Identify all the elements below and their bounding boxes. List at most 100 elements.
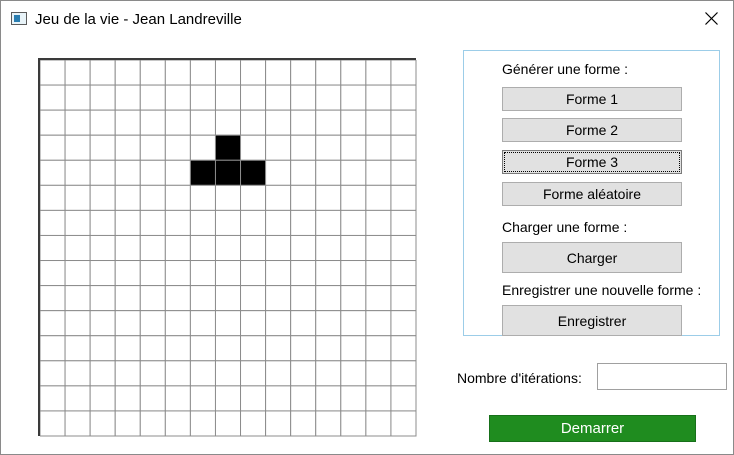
- start-button[interactable]: Demarrer: [489, 415, 696, 442]
- grid-cell[interactable]: [89, 134, 116, 161]
- grid-cell[interactable]: [365, 234, 392, 262]
- grid-cell[interactable]: [290, 310, 317, 337]
- grid-cell[interactable]: [290, 410, 317, 437]
- grid-canvas[interactable]: [40, 60, 418, 438]
- grid-cell[interactable]: [164, 285, 191, 312]
- grid-cell[interactable]: [40, 134, 66, 161]
- grid-cell[interactable]: [315, 60, 342, 86]
- grid-cell[interactable]: [265, 84, 292, 111]
- grid-cell[interactable]: [240, 385, 267, 412]
- grid-cell[interactable]: [240, 310, 267, 337]
- grid-cell[interactable]: [64, 335, 91, 362]
- grid-cell[interactable]: [189, 385, 216, 412]
- grid-cell[interactable]: [340, 234, 367, 262]
- grid-cell[interactable]: [214, 109, 242, 136]
- grid-cell[interactable]: [64, 260, 91, 287]
- grid-cell[interactable]: [390, 360, 417, 387]
- grid-cell[interactable]: [390, 260, 417, 287]
- grid-cell[interactable]: [189, 209, 216, 236]
- form-1-button[interactable]: Forme 1: [502, 87, 682, 111]
- grid-cell[interactable]: [340, 84, 367, 111]
- grid-cell[interactable]: [40, 410, 66, 437]
- grid-cell[interactable]: [40, 310, 66, 337]
- grid-cell[interactable]: [64, 234, 91, 262]
- grid-cell[interactable]: [189, 360, 216, 387]
- grid-cell[interactable]: [114, 285, 141, 312]
- grid-cell[interactable]: [89, 84, 116, 111]
- life-grid[interactable]: [38, 58, 418, 438]
- grid-cell[interactable]: [214, 84, 242, 111]
- grid-cell[interactable]: [164, 84, 191, 111]
- grid-cell[interactable]: [265, 234, 292, 262]
- grid-cell[interactable]: [164, 360, 191, 387]
- grid-cell[interactable]: [390, 60, 417, 86]
- grid-cell[interactable]: [365, 285, 392, 312]
- grid-cell[interactable]: [89, 60, 116, 86]
- grid-cell[interactable]: [89, 260, 116, 287]
- grid-cell[interactable]: [214, 360, 242, 387]
- grid-cell[interactable]: [290, 184, 317, 211]
- iterations-input[interactable]: [597, 363, 727, 390]
- grid-cell[interactable]: [240, 234, 267, 262]
- grid-cell[interactable]: [139, 360, 166, 387]
- grid-cell[interactable]: [240, 260, 267, 287]
- grid-cell[interactable]: [340, 134, 367, 161]
- grid-cell[interactable]: [164, 109, 191, 136]
- grid-cell[interactable]: [40, 159, 66, 186]
- grid-cell-alive[interactable]: [189, 159, 216, 186]
- grid-cell[interactable]: [139, 260, 166, 287]
- grid-cell[interactable]: [315, 410, 342, 437]
- grid-cell[interactable]: [340, 60, 367, 86]
- grid-cell[interactable]: [340, 109, 367, 136]
- grid-cell[interactable]: [40, 184, 66, 211]
- grid-cell[interactable]: [290, 234, 317, 262]
- grid-cell[interactable]: [240, 285, 267, 312]
- grid-cell[interactable]: [114, 60, 141, 86]
- grid-cell[interactable]: [64, 385, 91, 412]
- grid-cell[interactable]: [114, 109, 141, 136]
- grid-cell[interactable]: [214, 335, 242, 362]
- grid-cell[interactable]: [290, 360, 317, 387]
- grid-cell[interactable]: [164, 260, 191, 287]
- grid-cell[interactable]: [164, 234, 191, 262]
- grid-cell[interactable]: [114, 360, 141, 387]
- grid-cell[interactable]: [315, 310, 342, 337]
- grid-cell[interactable]: [390, 134, 417, 161]
- grid-cell[interactable]: [365, 360, 392, 387]
- grid-cell[interactable]: [240, 335, 267, 362]
- grid-cell[interactable]: [390, 385, 417, 412]
- grid-cell[interactable]: [64, 360, 91, 387]
- grid-cell[interactable]: [315, 84, 342, 111]
- grid-cell[interactable]: [390, 209, 417, 236]
- grid-cell[interactable]: [365, 109, 392, 136]
- grid-cell[interactable]: [114, 385, 141, 412]
- grid-cell[interactable]: [189, 84, 216, 111]
- grid-cell[interactable]: [390, 410, 417, 437]
- grid-cell[interactable]: [139, 184, 166, 211]
- grid-cell[interactable]: [214, 310, 242, 337]
- grid-cell[interactable]: [40, 385, 66, 412]
- grid-cell[interactable]: [214, 234, 242, 262]
- grid-cell[interactable]: [114, 184, 141, 211]
- grid-cell[interactable]: [390, 84, 417, 111]
- grid-cell[interactable]: [390, 335, 417, 362]
- grid-cell[interactable]: [114, 84, 141, 111]
- grid-cell[interactable]: [315, 159, 342, 186]
- grid-cell[interactable]: [164, 410, 191, 437]
- grid-cell[interactable]: [89, 310, 116, 337]
- grid-cell[interactable]: [265, 310, 292, 337]
- grid-cell[interactable]: [340, 209, 367, 236]
- grid-cell[interactable]: [265, 60, 292, 86]
- grid-cell[interactable]: [139, 285, 166, 312]
- grid-cell[interactable]: [315, 234, 342, 262]
- grid-cell[interactable]: [365, 159, 392, 186]
- grid-cell[interactable]: [64, 109, 91, 136]
- grid-cell[interactable]: [240, 209, 267, 236]
- grid-cell[interactable]: [265, 335, 292, 362]
- grid-cell[interactable]: [240, 360, 267, 387]
- grid-cell[interactable]: [89, 209, 116, 236]
- grid-cell[interactable]: [290, 84, 317, 111]
- grid-cell[interactable]: [290, 134, 317, 161]
- grid-cell[interactable]: [64, 410, 91, 437]
- grid-cell[interactable]: [214, 184, 242, 211]
